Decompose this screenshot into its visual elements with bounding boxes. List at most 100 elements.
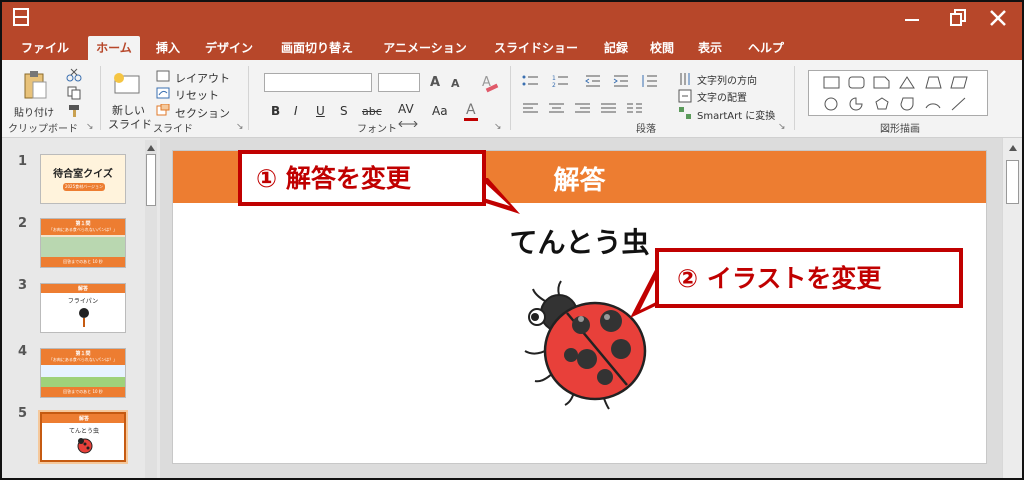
callout-change-answer: ① 解答を変更	[238, 150, 486, 206]
slide-thumbnail-2[interactable]: 第１問 「お肉にある食べられないパンは？」 回答までのあと 10 秒	[40, 218, 126, 268]
tab-help[interactable]: ヘルプ	[740, 36, 792, 60]
thumb-number: 3	[18, 278, 28, 293]
section-icon[interactable]	[156, 103, 170, 116]
layout-icon[interactable]	[156, 70, 170, 82]
minimize-icon[interactable]	[902, 8, 922, 28]
text-direction-icon[interactable]	[678, 72, 692, 86]
bullets-icon[interactable]	[522, 74, 540, 88]
tab-design[interactable]: デザイン	[198, 36, 260, 60]
slides-group-label: スライド	[153, 124, 193, 135]
numbering-icon[interactable]: 12	[552, 74, 570, 89]
thumb-subtitle: 「お肉にある食べられないパンは？」	[48, 357, 118, 362]
tab-insert[interactable]: 挿入	[150, 36, 186, 60]
columns-icon[interactable]	[626, 102, 644, 116]
restore-icon[interactable]	[948, 8, 968, 28]
text-direction-button[interactable]: 文字列の方向	[697, 72, 757, 87]
new-slide-label-2[interactable]: スライド	[108, 116, 152, 132]
font-size-input[interactable]	[378, 73, 420, 92]
increase-indent-icon[interactable]	[612, 74, 630, 88]
italic-button[interactable]: I	[294, 104, 298, 118]
format-painter-icon[interactable]	[66, 104, 82, 118]
thumb-footer: 回答までのあと 10 秒	[63, 389, 103, 394]
decrease-indent-icon[interactable]	[584, 74, 602, 88]
tab-home[interactable]: ホーム	[88, 36, 140, 60]
thumb-number: 1	[18, 154, 28, 169]
line-spacing-icon[interactable]	[640, 74, 658, 88]
reset-icon[interactable]	[156, 87, 170, 99]
align-left-icon[interactable]	[522, 102, 540, 116]
shapes-gallery[interactable]	[808, 70, 988, 116]
align-text-button[interactable]: 文字の配置	[697, 89, 747, 104]
tab-review[interactable]: 校閲	[644, 36, 680, 60]
font-color-button[interactable]: A	[466, 102, 476, 118]
app-icon[interactable]	[12, 7, 30, 27]
reset-button[interactable]: リセット	[175, 87, 219, 103]
thumb-subtitle: 2025食材バージョン	[63, 183, 105, 191]
char-spacing-button[interactable]: AV	[398, 102, 414, 116]
smartart-button[interactable]: SmartArt に変換	[697, 107, 775, 122]
underline-button[interactable]: U	[316, 104, 325, 118]
tab-record[interactable]: 記録	[598, 36, 634, 60]
scroll-thumb[interactable]	[146, 154, 156, 206]
copy-icon[interactable]	[66, 86, 82, 100]
justify-icon[interactable]	[600, 102, 618, 116]
thumb-subtitle: フライパン	[67, 298, 99, 305]
layout-button[interactable]: レイアウト	[175, 70, 230, 86]
font-group-label: フォント	[357, 124, 397, 135]
new-slide-icon[interactable]	[113, 72, 141, 94]
scroll-up-icon[interactable]	[145, 142, 157, 152]
svg-text:1: 1	[552, 75, 556, 82]
scroll-up-icon[interactable]	[1007, 142, 1019, 152]
bold-button[interactable]: B	[271, 104, 280, 118]
ribbon: 貼り付け クリップボード ↘ 新しい スライド レイアウト リセット セクション…	[0, 60, 1024, 138]
align-center-icon[interactable]	[548, 102, 566, 116]
clipboard-launcher-icon[interactable]: ↘	[86, 122, 94, 132]
scroll-thumb[interactable]	[1006, 160, 1019, 204]
cut-icon[interactable]	[66, 68, 82, 82]
thumb-subtitle: 「お肉にある食べられないパンは？」	[48, 227, 118, 232]
font-launcher-icon[interactable]: ↘	[494, 122, 502, 132]
paragraph-group-label: 段落	[636, 124, 656, 135]
clear-format-icon	[484, 82, 500, 93]
align-text-icon[interactable]	[678, 89, 692, 103]
shrink-font-button[interactable]: A	[451, 77, 460, 90]
thumb-title: 第１問	[75, 351, 91, 357]
tab-animations[interactable]: アニメーション	[374, 36, 476, 60]
tab-view[interactable]: 表示	[692, 36, 728, 60]
change-case-button[interactable]: Aa	[432, 104, 448, 118]
strikethrough-button[interactable]: abc	[362, 105, 382, 118]
clipboard-group-label: クリップボード	[8, 124, 78, 135]
slides-launcher-icon[interactable]: ↘	[236, 122, 244, 132]
slide-scrollbar[interactable]	[1002, 138, 1022, 478]
smartart-icon[interactable]	[678, 106, 692, 120]
font-color-bar	[464, 118, 478, 121]
slide-thumbnail-5[interactable]: 解答 てんとう虫	[40, 412, 126, 462]
thumb-title: 解答	[78, 416, 89, 422]
frying-pan-icon	[77, 306, 91, 328]
ladybug-thumb-icon	[76, 436, 94, 454]
tab-file[interactable]: ファイル	[12, 36, 78, 60]
thumb-subtitle: てんとう虫	[68, 428, 99, 435]
close-icon[interactable]	[988, 8, 1008, 28]
thumb-number: 2	[18, 216, 28, 231]
thumbnail-scrollbar[interactable]	[145, 140, 157, 478]
tab-transitions[interactable]: 画面切り替え	[272, 36, 362, 60]
thumb-footer: 回答までのあと 10 秒	[63, 259, 103, 264]
thumb-number: 4	[18, 344, 28, 359]
paste-icon[interactable]	[22, 70, 48, 100]
section-button[interactable]: セクション	[175, 105, 230, 121]
grow-font-button[interactable]: A	[430, 75, 440, 90]
slide-thumbnail-4[interactable]: 第１問 「お肉にある食べられないパンは？」 回答までのあと 10 秒	[40, 348, 126, 398]
thumb-title: 待合室クイズ	[53, 169, 113, 180]
ribbon-tabs: ファイル ホーム 挿入 デザイン 画面切り替え アニメーション スライドショー …	[0, 36, 1024, 60]
thumb-number: 5	[18, 406, 28, 421]
paste-button[interactable]: 貼り付け	[14, 104, 54, 119]
align-right-icon[interactable]	[574, 102, 592, 116]
tab-slideshow[interactable]: スライドショー	[486, 36, 586, 60]
slide-thumbnail-1[interactable]: 待合室クイズ 2025食材バージョン	[40, 154, 126, 204]
paragraph-launcher-icon[interactable]: ↘	[778, 122, 786, 132]
font-name-input[interactable]	[264, 73, 372, 92]
slide-thumbnail-3[interactable]: 解答 フライパン	[40, 283, 126, 333]
shadow-button[interactable]: S	[340, 104, 348, 118]
slide-thumbnails-pane: 1 待合室クイズ 2025食材バージョン 2 第１問 「お肉にある食べられないパ…	[0, 138, 160, 480]
